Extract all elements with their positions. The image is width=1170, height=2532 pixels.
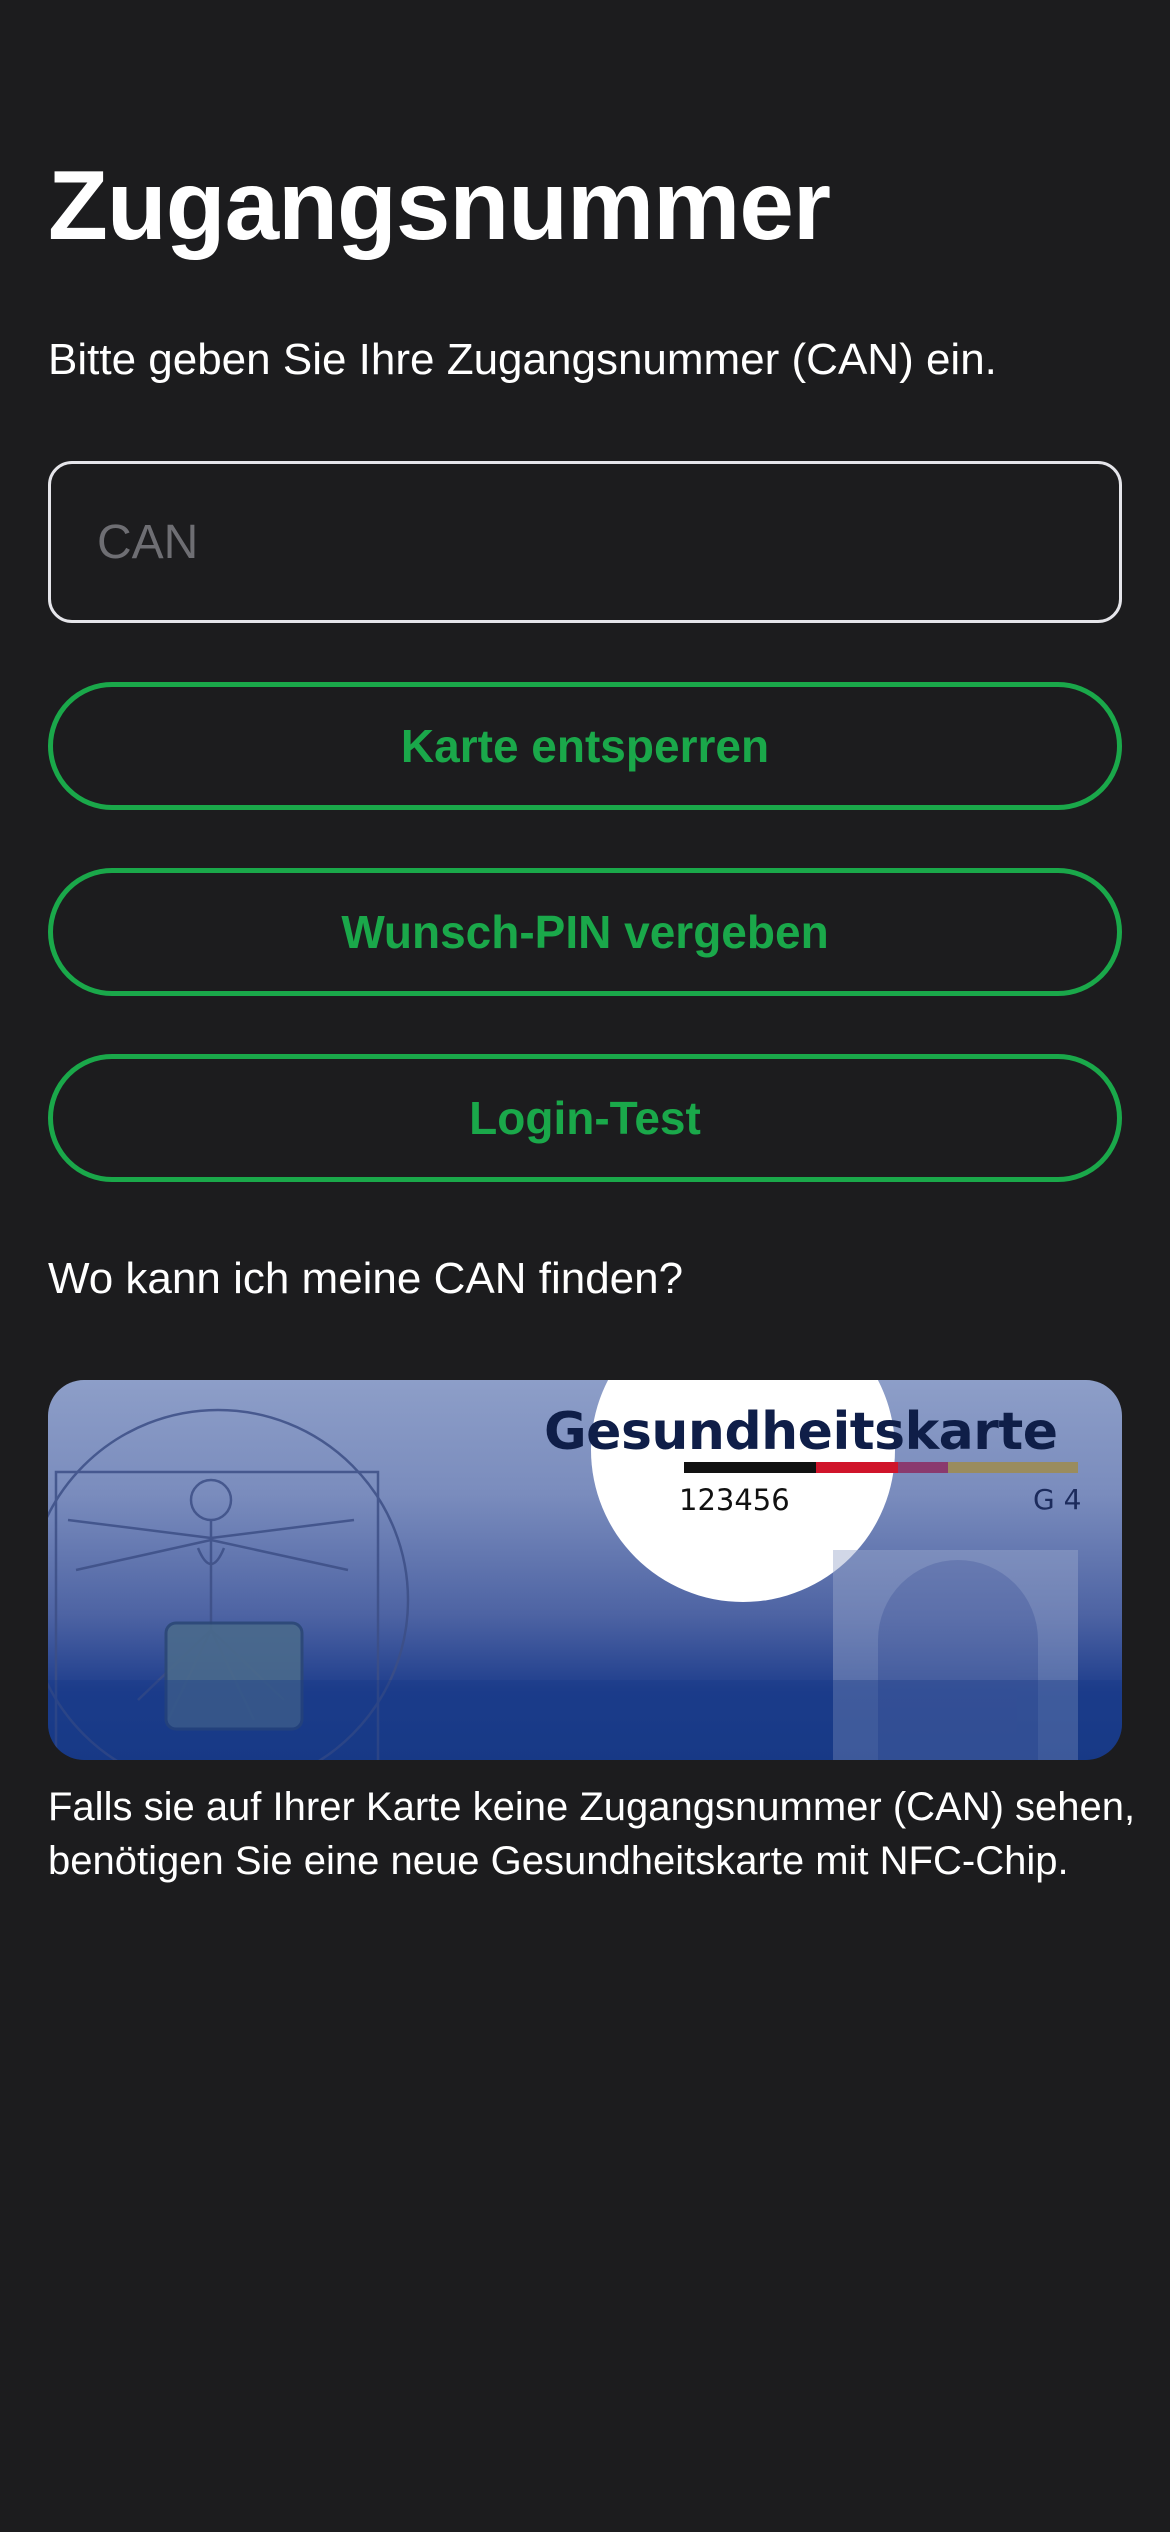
stripe-gold (948, 1462, 1078, 1473)
can-entry-screen: Zugangsnummer Bitte geben Sie Ihre Zugan… (0, 0, 1170, 2532)
can-input[interactable] (48, 461, 1122, 623)
new-card-hint: Falls sie auf Ihrer Karte keine Zugangsn… (48, 1785, 1136, 1883)
stripe-red (816, 1462, 898, 1473)
card-brand-title: Gesundheitskarte (544, 1402, 1058, 1462)
page-subtitle: Bitte geben Sie Ihre Zugangsnummer (CAN)… (48, 335, 997, 384)
health-card-illustration: Gesundheitskarte 123456 G 4 (48, 1380, 1122, 1760)
card-can-number: 123456 (679, 1483, 790, 1517)
login-test-button[interactable]: Login-Test (48, 1054, 1122, 1182)
can-location-question: Wo kann ich meine CAN finden? (48, 1254, 684, 1303)
page-title: Zugangsnummer (48, 150, 831, 260)
card-generation-label: G 4 (1033, 1483, 1082, 1516)
stripe-magenta (898, 1462, 948, 1473)
stripe-black (684, 1462, 816, 1473)
set-pin-button[interactable]: Wunsch-PIN vergeben (48, 868, 1122, 996)
unlock-card-button[interactable]: Karte entsperren (48, 682, 1122, 810)
